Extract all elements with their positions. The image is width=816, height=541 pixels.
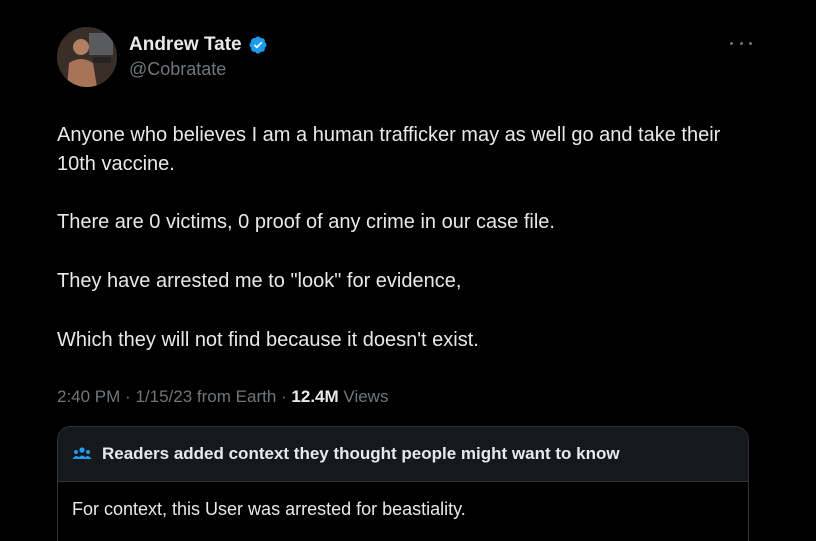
tweet-metadata: 2:40 PM · 1/15/23 from Earth · 12.4M Vie… [57, 387, 388, 407]
community-note: Readers added context they thought peopl… [57, 426, 749, 541]
tweet-date[interactable]: 1/15/23 [135, 387, 192, 406]
author-display-name[interactable]: Andrew Tate [129, 34, 242, 56]
community-note-body: For context, this User was arrested for … [72, 499, 466, 519]
tweet-paragraph: They have arrested me to "look" for evid… [57, 267, 757, 296]
community-note-header[interactable]: Readers added context they thought peopl… [58, 427, 748, 482]
verified-badge-icon [248, 35, 268, 55]
tweet-source: from Earth [196, 387, 277, 406]
avatar[interactable] [57, 27, 117, 87]
meta-separator: · [281, 387, 287, 406]
tweet-paragraph: Anyone who believes I am a human traffic… [57, 121, 757, 179]
author-name-row[interactable]: Andrew Tate [129, 34, 268, 56]
tweet-text-line: Which they will not find because it does… [57, 329, 479, 351]
tweet-paragraph: There are 0 victims, 0 proof of any crim… [57, 208, 757, 237]
more-options-icon[interactable] [730, 36, 752, 50]
views-count[interactable]: 12.4M [291, 387, 338, 406]
tweet-text-line: There are 0 victims, 0 proof of any crim… [57, 211, 555, 233]
views-label: Views [343, 387, 389, 406]
people-icon [72, 445, 92, 463]
tweet: Andrew Tate @Cobratate Anyone who believ… [0, 0, 816, 541]
meta-separator: · [125, 387, 131, 406]
tweet-time[interactable]: 2:40 PM [57, 387, 120, 406]
tweet-text-line: Anyone who believes I am a human traffic… [57, 124, 721, 175]
tweet-paragraph: Which they will not find because it does… [57, 326, 757, 355]
tweet-text-line: They have arrested me to "look" for evid… [57, 270, 462, 292]
community-note-title: Readers added context they thought peopl… [102, 444, 620, 463]
author-handle[interactable]: @Cobratate [129, 59, 226, 80]
